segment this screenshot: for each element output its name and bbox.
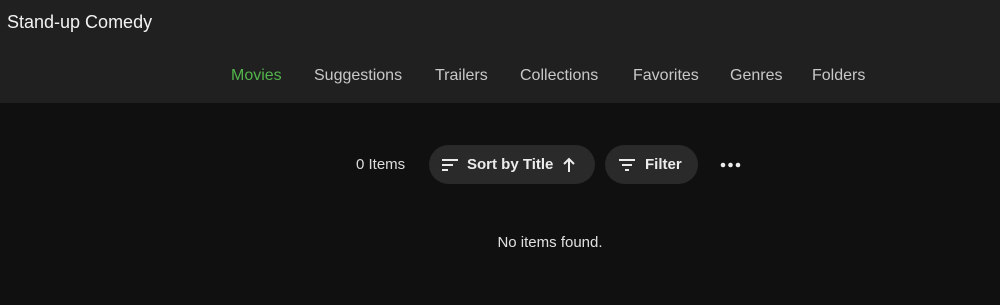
sort-lines-icon xyxy=(441,158,459,172)
filter-lines-icon xyxy=(618,158,636,172)
tab-collections[interactable]: Collections xyxy=(520,66,598,86)
app-header: Stand-up Comedy Movies Suggestions Trail… xyxy=(0,0,1000,103)
library-toolbar: 0 Items Sort by Title Filter xyxy=(0,145,1000,185)
more-options-button[interactable] xyxy=(715,154,747,176)
tab-genres[interactable]: Genres xyxy=(730,66,782,86)
tab-folders[interactable]: Folders xyxy=(812,66,865,86)
arrow-up-icon xyxy=(561,157,577,173)
tab-favorites[interactable]: Favorites xyxy=(633,66,699,86)
tab-trailers[interactable]: Trailers xyxy=(435,66,488,86)
sort-button[interactable]: Sort by Title xyxy=(429,145,595,184)
tab-movies[interactable]: Movies xyxy=(231,66,282,86)
more-horizontal-icon xyxy=(715,154,747,181)
tab-suggestions[interactable]: Suggestions xyxy=(314,66,402,86)
filter-button[interactable]: Filter xyxy=(605,145,698,184)
sort-label: Sort by Title xyxy=(467,155,554,173)
filter-label: Filter xyxy=(645,155,682,173)
empty-state-message: No items found. xyxy=(497,234,603,251)
page-title: Stand-up Comedy xyxy=(7,12,153,32)
item-count: 0 Items xyxy=(356,156,406,173)
library-tabs: Movies Suggestions Trailers Collections … xyxy=(0,66,1000,88)
